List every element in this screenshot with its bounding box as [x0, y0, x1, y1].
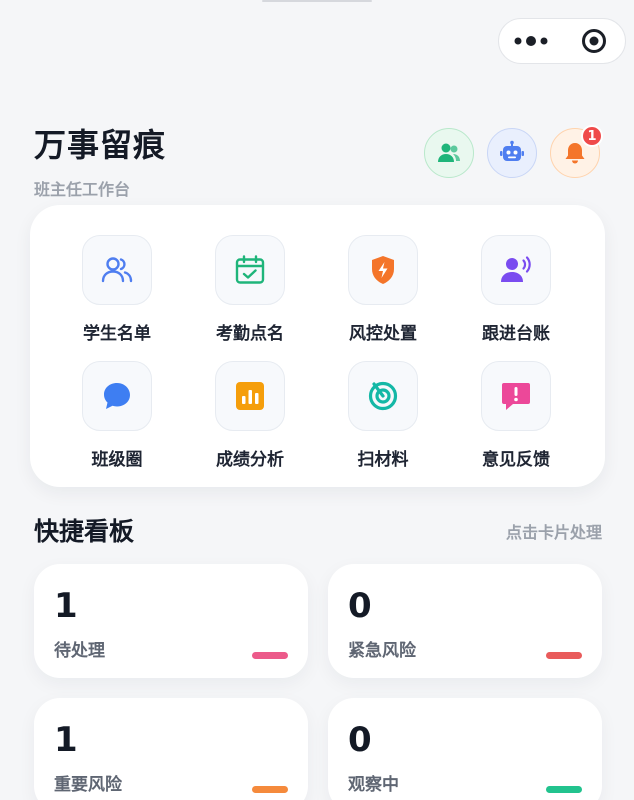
bar-chart-icon — [215, 361, 285, 431]
contacts-button[interactable] — [424, 128, 474, 178]
stat-label: 紧急风险 — [348, 641, 416, 661]
menu-label: 扫材料 — [357, 450, 409, 470]
menu-item-student-list[interactable]: 学生名单 — [57, 235, 177, 344]
stat-label: 待处理 — [54, 641, 105, 661]
menu-item-scan-materials[interactable]: 扫材料 — [323, 361, 443, 470]
stat-label: 观察中 — [348, 775, 399, 795]
stat-value: 1 — [54, 586, 78, 626]
page-header: 万事留痕 班主任工作台 — [34, 120, 166, 200]
feedback-icon — [481, 361, 551, 431]
menu-item-attendance[interactable]: 考勤点名 — [190, 235, 310, 344]
menu-item-risk-control[interactable]: 风控处置 — [323, 235, 443, 344]
menu-label: 考勤点名 — [216, 324, 284, 344]
contacts-icon — [438, 143, 460, 162]
menu-label: 跟进台账 — [482, 324, 550, 344]
stat-label: 重要风险 — [54, 775, 122, 795]
menu-label: 成绩分析 — [216, 450, 284, 470]
stat-card-important-risk[interactable]: 1 重要风险 — [34, 698, 308, 800]
target-close-icon[interactable] — [562, 19, 625, 63]
top-handle — [262, 0, 372, 2]
menu-item-feedback[interactable]: 意见反馈 — [456, 361, 576, 470]
app-title: 万事留痕 — [34, 126, 167, 164]
menu-label: 班级圈 — [91, 450, 143, 470]
stat-value: 1 — [54, 720, 78, 760]
more-dots-icon[interactable] — [499, 19, 562, 63]
chat-bubble-icon — [82, 361, 152, 431]
menu-item-grade-analysis[interactable]: 成绩分析 — [190, 361, 310, 470]
scan-icon — [348, 361, 418, 431]
calendar-check-icon — [215, 235, 285, 305]
notification-badge: 1 — [581, 125, 603, 147]
menu-label: 意见反馈 — [482, 450, 550, 470]
stat-accent-bar — [252, 652, 288, 659]
mini-program-capsule — [498, 18, 626, 64]
dashboard-title: 快捷看板 — [34, 517, 135, 546]
menu-label: 学生名单 — [83, 324, 151, 344]
stat-value: 0 — [348, 720, 372, 760]
ai-robot-button[interactable] — [487, 128, 537, 178]
menu-item-class-circle[interactable]: 班级圈 — [57, 361, 177, 470]
stat-card-urgent-risk[interactable]: 0 紧急风险 — [328, 564, 602, 678]
stat-accent-bar — [546, 652, 582, 659]
students-icon — [82, 235, 152, 305]
robot-icon — [500, 140, 524, 161]
dashboard-hint: 点击卡片处理 — [505, 523, 602, 542]
stat-accent-bar — [546, 786, 582, 793]
voice-user-icon — [481, 235, 551, 305]
feature-menu: 学生名单 考勤点名 风控处置 跟进台账 班级圈 成绩分析 扫材料 意见反馈 — [30, 205, 605, 487]
app-subtitle: 班主任工作台 — [34, 180, 131, 199]
stat-card-pending[interactable]: 1 待处理 — [34, 564, 308, 678]
stat-card-observing[interactable]: 0 观察中 — [328, 698, 602, 800]
menu-label: 风控处置 — [349, 324, 417, 344]
stat-accent-bar — [252, 786, 288, 793]
menu-item-follow-up-ledger[interactable]: 跟进台账 — [456, 235, 576, 344]
shield-bolt-icon — [348, 235, 418, 305]
stat-value: 0 — [348, 586, 372, 626]
